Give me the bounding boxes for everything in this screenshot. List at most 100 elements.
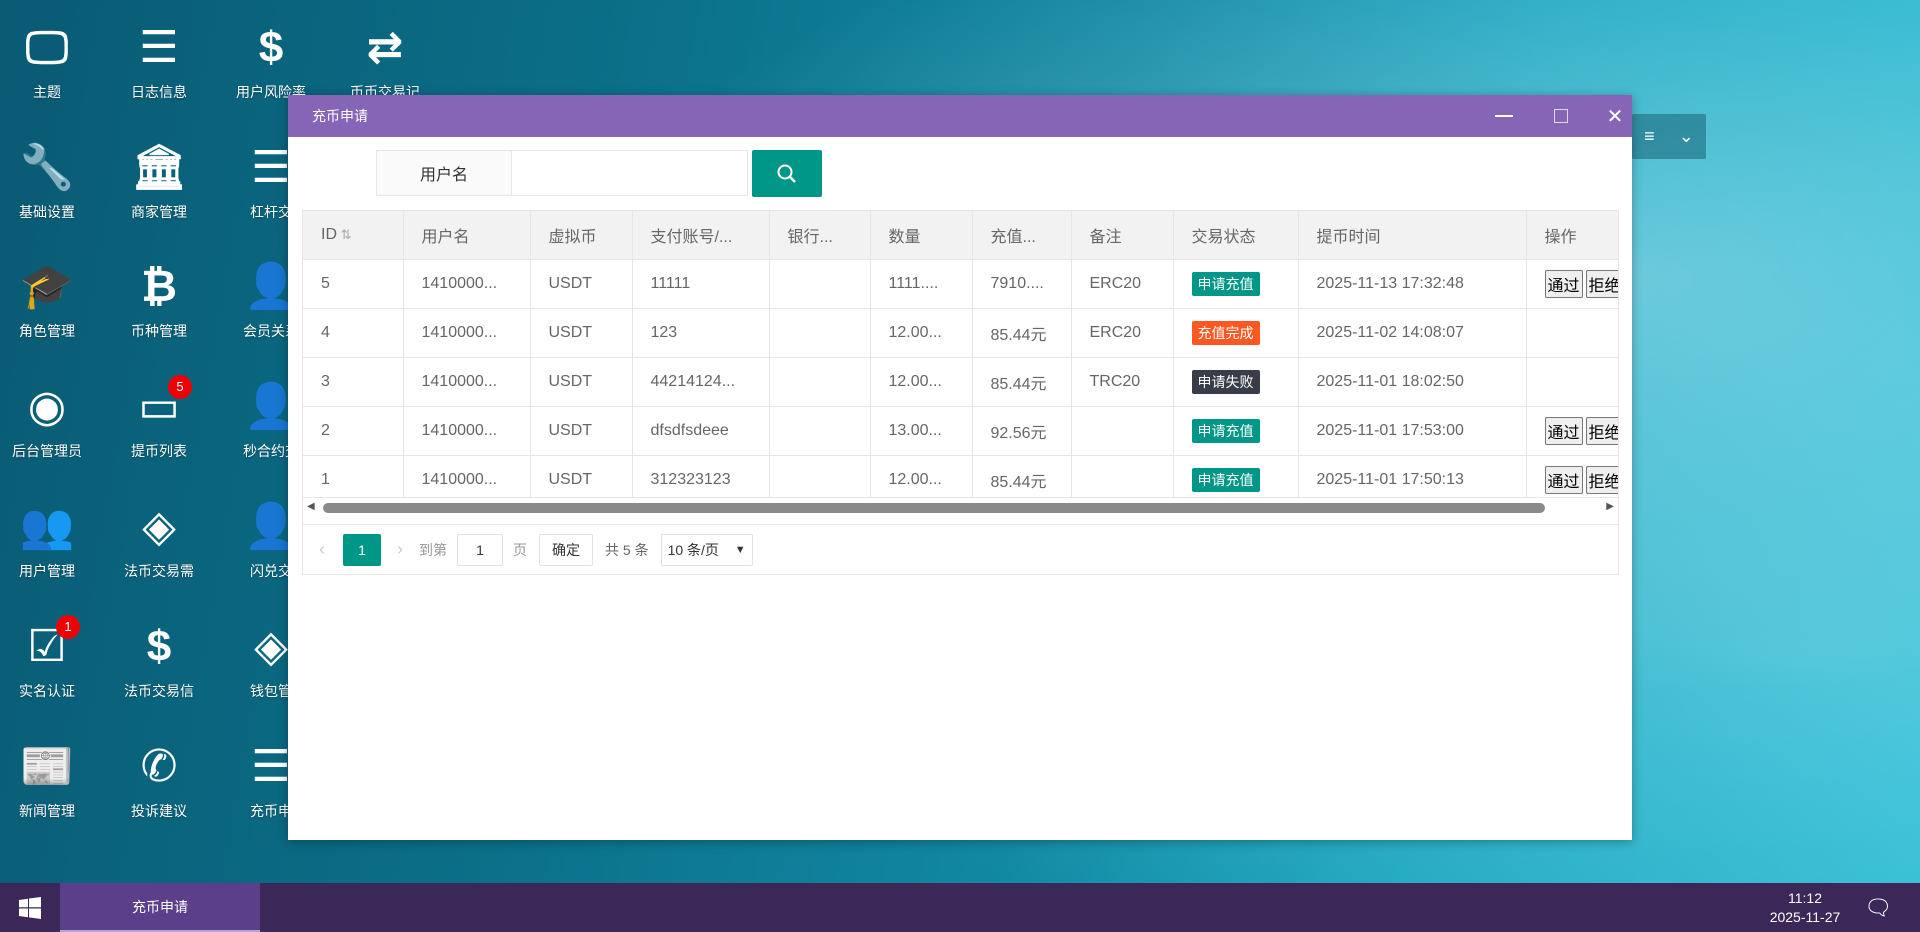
reject-button[interactable]: 拒绝 xyxy=(1585,416,1618,445)
chat-bubble-icon: 🗨 xyxy=(1864,895,1892,920)
cell-id: 2 xyxy=(303,406,404,456)
username-label: 用户名 xyxy=(376,150,512,196)
chevron-down-icon: ▼ xyxy=(734,543,746,556)
cell-qty: 12.00... xyxy=(870,357,973,407)
desktop-icon-5[interactable]: 🏛 商家管理 xyxy=(104,140,214,222)
desktop-icon-label: 实名认证 xyxy=(19,683,75,699)
maximize-button[interactable] xyxy=(1536,95,1586,137)
cell-actions: 通过 拒绝 xyxy=(1526,406,1618,456)
desktop-icon-11[interactable]: ▭ 提币列表 5 xyxy=(104,375,214,461)
goto-label: 到第 xyxy=(419,541,447,558)
username-input[interactable] xyxy=(512,150,748,196)
credit-card-icon: ▭ xyxy=(138,382,180,431)
phone-volume-icon: ✆ xyxy=(140,742,178,791)
desktop-icon-16[interactable]: ☑ 实名认证 1 xyxy=(0,615,102,701)
column-header: 银行... xyxy=(769,211,871,260)
desktop-icon-19[interactable]: 📰 新闻管理 xyxy=(0,739,102,821)
desktop-icon-label: 法币交易信 xyxy=(124,683,194,699)
cell-coin: USDT xyxy=(530,406,633,456)
minimize-icon xyxy=(1495,115,1513,117)
desktop-icon-10[interactable]: ◉ 后台管理员 xyxy=(0,379,102,461)
cell-account: 123 xyxy=(632,308,770,358)
desktop-icon-4[interactable]: 🔧 基础设置 xyxy=(0,140,102,222)
close-button[interactable]: ✕ xyxy=(1590,95,1640,137)
link-circle-icon: ◈ xyxy=(142,502,176,551)
clock-date: 2025-11-27 xyxy=(1769,909,1841,925)
goto-page-input[interactable] xyxy=(457,533,503,566)
dollar-icon: $ xyxy=(146,622,172,671)
cell-note: TRC20 xyxy=(1071,357,1174,407)
check-square-icon: ☑ xyxy=(27,622,67,671)
desktop-icon-3[interactable]: ⇄ 币币交易记 xyxy=(330,20,440,102)
desktop-icon-label: 提币列表 xyxy=(131,443,187,459)
cell-status: 申请充值 xyxy=(1173,406,1299,456)
total-count: 共 5 条 xyxy=(605,541,649,558)
cell-bank xyxy=(769,308,871,358)
approve-button[interactable]: 通过 xyxy=(1544,269,1583,298)
cell-account: dfsdfsdeee xyxy=(632,406,770,456)
clock[interactable]: 11:12 2025-11-27 xyxy=(1760,889,1850,927)
reject-button[interactable]: 拒绝 xyxy=(1585,269,1618,298)
cell-status: 申请充值 xyxy=(1173,259,1299,309)
cell-note xyxy=(1071,406,1174,456)
dollar-icon: $ xyxy=(258,23,284,72)
menu-icon: ≡ xyxy=(1644,126,1655,146)
cell-status: 申请失败 xyxy=(1173,357,1299,407)
sort-icon[interactable]: ⇅ xyxy=(337,227,352,242)
notification-badge: 1 xyxy=(56,615,80,639)
reject-button[interactable]: 拒绝 xyxy=(1585,465,1618,494)
search-button[interactable] xyxy=(752,150,822,197)
cell-account: 44214124... xyxy=(632,357,770,407)
page-1-button[interactable]: 1 xyxy=(343,533,381,566)
cell-id: 5 xyxy=(303,259,404,309)
newspaper-icon: 📰 xyxy=(19,742,75,791)
cell-note: ERC20 xyxy=(1071,259,1174,309)
desktop-icon-14[interactable]: ◈ 法币交易需 xyxy=(104,499,214,581)
desktop-icon-1[interactable]: ☰ 日志信息 xyxy=(104,20,214,102)
page-unit-label: 页 xyxy=(513,541,527,558)
desktop-icon-8[interactable]: ₿ 币种管理 xyxy=(104,259,214,341)
list-icon: ☰ xyxy=(139,23,179,72)
cell-user: 1410000... xyxy=(403,406,531,456)
desktop-icon-2[interactable]: $ 用户风险率 xyxy=(216,20,326,102)
cell-account: 11111 xyxy=(632,259,770,309)
notification-button[interactable]: 🗨 xyxy=(1864,895,1892,921)
column-header[interactable]: ID ⇅ xyxy=(303,211,404,260)
desktop-icon-label: 主题 xyxy=(33,84,61,100)
scroll-left-icon[interactable]: ◀ xyxy=(307,501,315,512)
status-badge: 申请失败 xyxy=(1191,369,1260,394)
minimize-button[interactable] xyxy=(1479,95,1529,137)
cell-qty: 1111.... xyxy=(870,259,973,309)
taskbar-item-recharge[interactable]: 充币申请 xyxy=(60,883,260,932)
wrench-icon: 🔧 xyxy=(19,143,75,192)
next-page-button[interactable]: › xyxy=(397,539,403,560)
cell-bank xyxy=(769,357,871,407)
desktop-icon-label: 新闻管理 xyxy=(19,803,75,819)
start-button[interactable] xyxy=(0,883,60,932)
scroll-right-icon[interactable]: ▶ xyxy=(1606,501,1614,512)
cell-actions xyxy=(1526,357,1618,407)
goto-confirm-button[interactable]: 确定 xyxy=(539,533,593,566)
cell-amount: 85.44元 xyxy=(972,308,1072,358)
approve-button[interactable]: 通过 xyxy=(1544,465,1583,494)
desktop-icon-0[interactable]: 🖵 主题 xyxy=(0,20,102,102)
desktop-icon-13[interactable]: 👥 用户管理 xyxy=(0,499,102,581)
column-header: 虚拟币 xyxy=(530,211,633,260)
bank-icon: 🏛 xyxy=(131,143,187,192)
windows-icon xyxy=(19,896,41,919)
chevron-down-icon: ⌄ xyxy=(1678,126,1694,146)
horizontal-scrollbar[interactable]: ◀ ▶ xyxy=(303,497,1618,517)
desktop-icon-7[interactable]: 🎓 角色管理 xyxy=(0,259,102,341)
desktop-icon-17[interactable]: $ 法币交易信 xyxy=(104,619,214,701)
approve-button[interactable]: 通过 xyxy=(1544,416,1583,445)
desktop-menu-button[interactable]: ≡ ⌄ xyxy=(1632,114,1706,159)
window-titlebar[interactable]: 充币申请 ✕ xyxy=(288,95,1632,137)
search-icon xyxy=(777,164,796,183)
scrollbar-thumb[interactable] xyxy=(323,503,1545,513)
page-size-select[interactable]: 10 条/页 ▼ xyxy=(660,533,753,566)
cell-time: 2025-11-01 18:02:50 xyxy=(1298,357,1527,407)
cell-actions xyxy=(1526,308,1618,358)
search-bar: 用户名 xyxy=(376,150,822,197)
desktop-icon-20[interactable]: ✆ 投诉建议 xyxy=(104,739,214,821)
prev-page-button[interactable]: ‹ xyxy=(319,539,325,560)
